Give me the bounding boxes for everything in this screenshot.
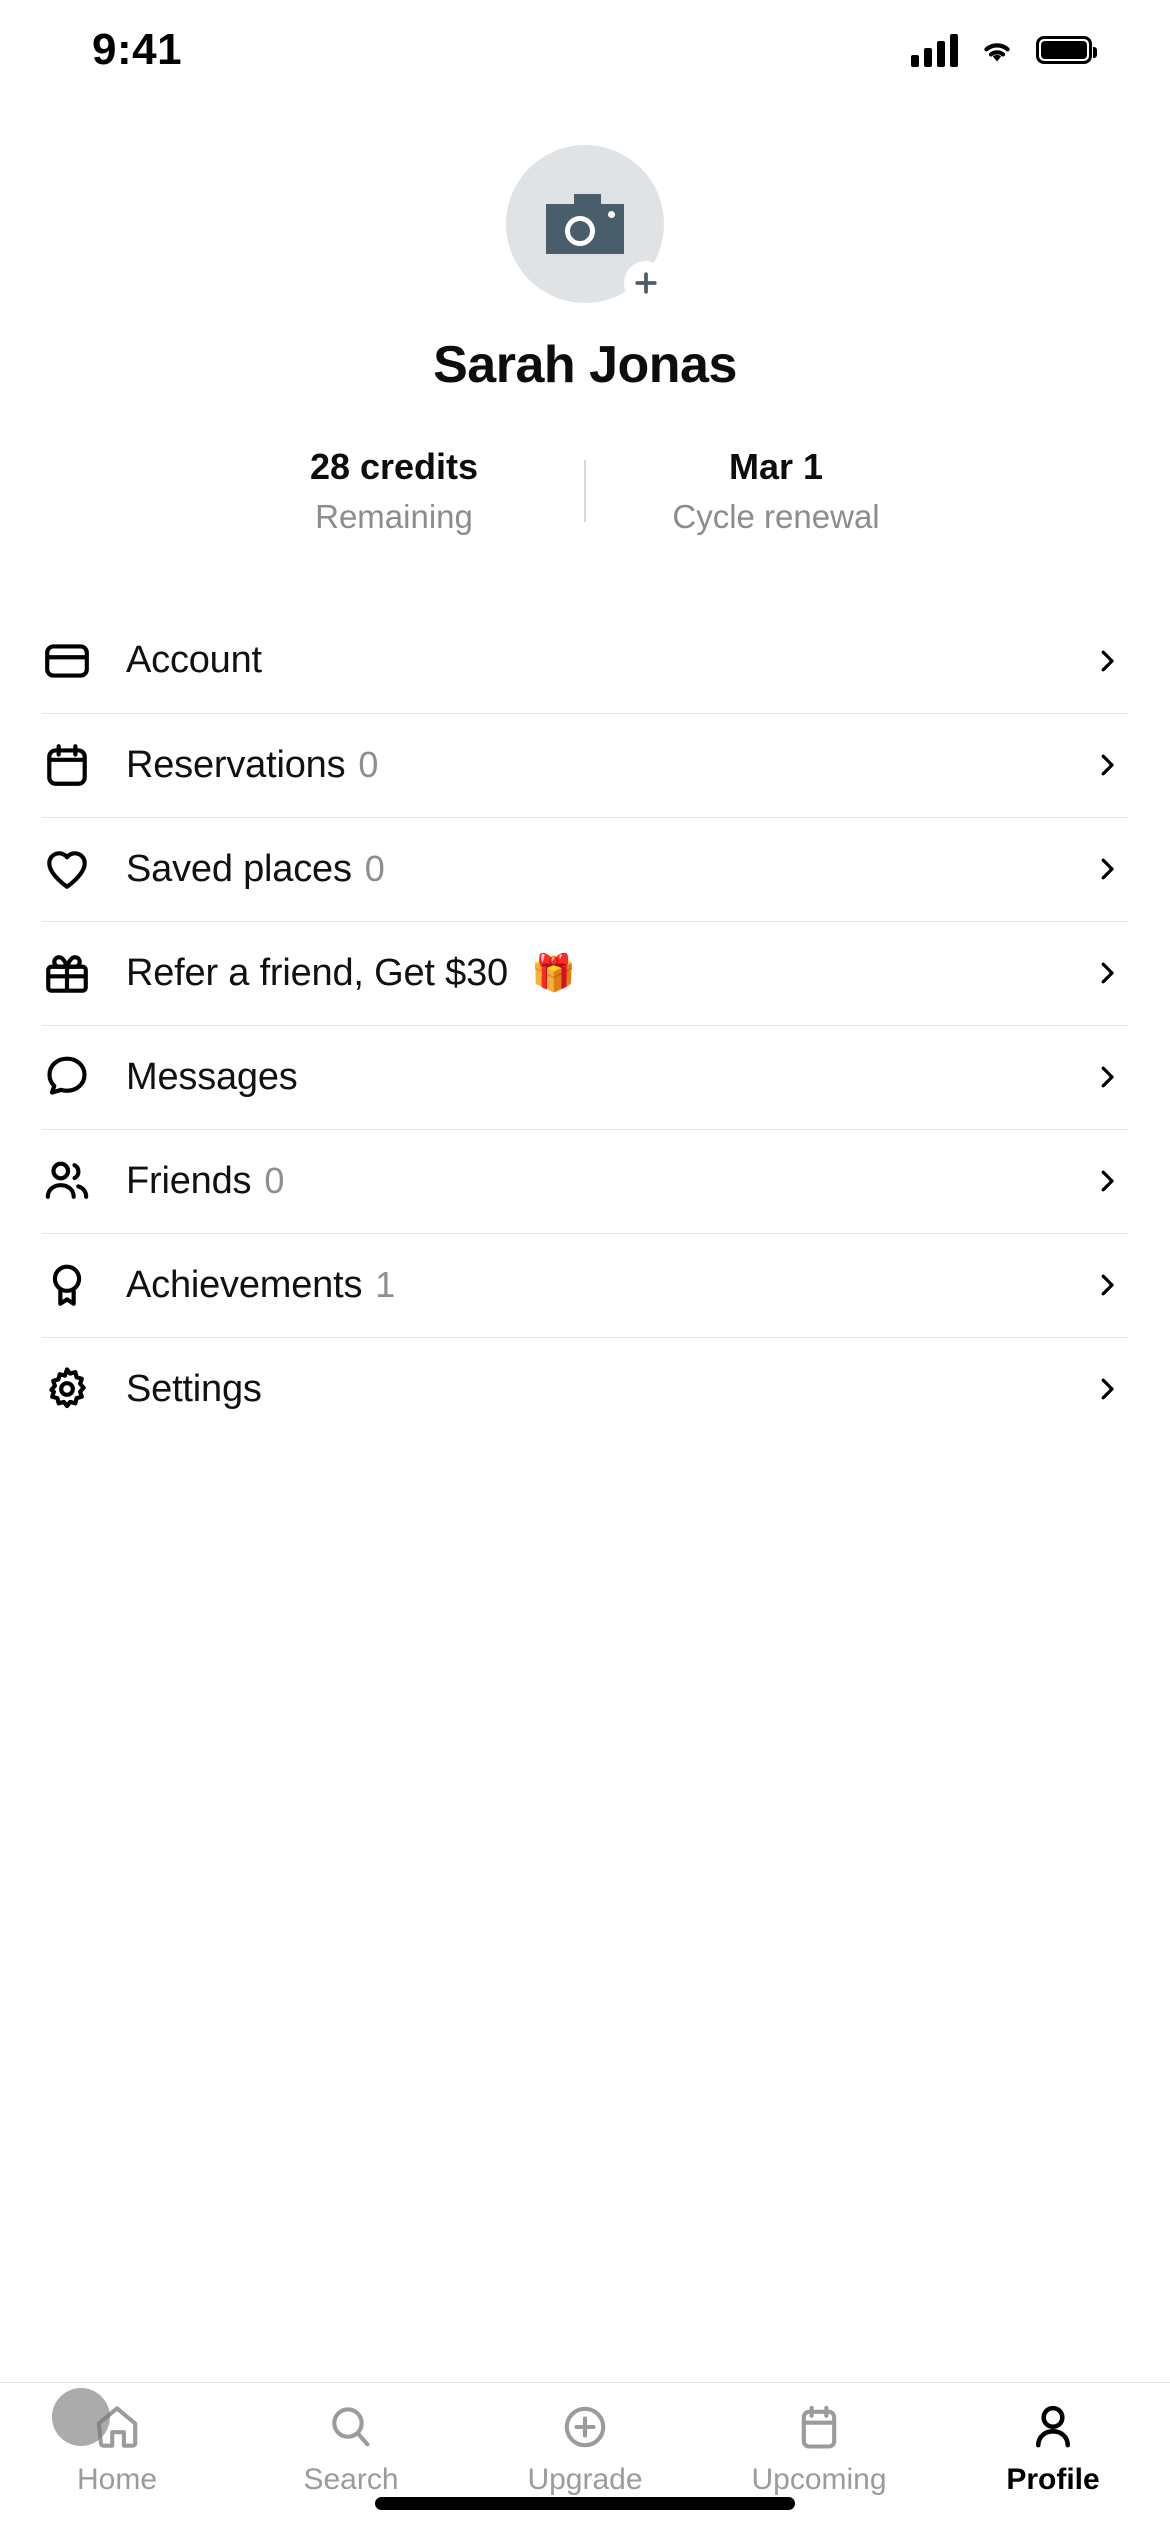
- menu-item-reservations[interactable]: Reservations 0: [42, 712, 1128, 817]
- menu-item-saved-places[interactable]: Saved places 0: [42, 816, 1128, 921]
- menu-item-friends[interactable]: Friends 0: [42, 1128, 1128, 1233]
- chevron-right-icon: [1101, 1066, 1114, 1088]
- menu-item-achievements[interactable]: Achievements 1: [42, 1232, 1128, 1337]
- home-indicator: [375, 2497, 795, 2510]
- stat-credits-value: 28 credits: [309, 446, 479, 487]
- chevron-right-icon: [1101, 1274, 1114, 1296]
- tab-label: Search: [303, 2463, 399, 2496]
- stat-renewal: Mar 1 Cycle renewal: [586, 445, 966, 537]
- gear-icon: [42, 1364, 126, 1414]
- chevron-right-icon: [1101, 650, 1114, 672]
- tab-label: Profile: [1006, 2463, 1100, 2496]
- plus-circle-icon: [564, 2406, 606, 2448]
- gift-emoji: 🎁: [530, 951, 576, 993]
- chat-bubble-icon: [42, 1052, 126, 1102]
- stat-renewal-value: Mar 1: [728, 446, 824, 487]
- menu-item-count: 0: [364, 847, 385, 889]
- menu-item-label: Reservations: [126, 743, 346, 786]
- plus-circle-icon[interactable]: [624, 261, 668, 305]
- chevron-right-icon: [1101, 1378, 1114, 1400]
- gift-icon: [42, 948, 126, 998]
- stat-credits: 28 credits Remaining: [204, 445, 584, 537]
- settings-menu: Account Reservations 0 Saved places 0 Re…: [0, 609, 1170, 2382]
- chevron-right-icon: [1101, 962, 1114, 984]
- avatar[interactable]: [506, 145, 668, 305]
- stat-credits-label: Remaining: [315, 498, 473, 536]
- calendar-icon: [42, 740, 126, 790]
- person-icon: [1035, 2405, 1071, 2448]
- menu-item-label: Friends: [126, 1159, 252, 1202]
- profile-header: Sarah Jonas 28 credits Remaining Mar 1 C…: [0, 100, 1170, 537]
- profile-screen: 9:41 Sarah Jonas 28 credits Remaining Ma…: [0, 0, 1170, 2532]
- wifi-icon: [984, 43, 1010, 62]
- tab-label: Home: [76, 2463, 158, 2496]
- credits-summary: 28 credits Remaining Mar 1 Cycle renewal: [0, 445, 1170, 537]
- tab-search[interactable]: Search: [234, 2401, 468, 2497]
- credit-card-icon: [42, 636, 126, 686]
- menu-item-label: Messages: [126, 1055, 298, 1098]
- tab-upcoming[interactable]: Upcoming: [702, 2401, 936, 2497]
- menu-item-settings[interactable]: Settings: [42, 1336, 1128, 1441]
- people-icon: [42, 1156, 126, 1206]
- menu-item-count: 0: [358, 743, 379, 785]
- medal-icon: [42, 1260, 126, 1310]
- chevron-right-icon: [1101, 1170, 1114, 1192]
- status-bar: 9:41: [0, 0, 1170, 100]
- page-title: Sarah Jonas: [433, 336, 737, 394]
- tab-upgrade[interactable]: Upgrade: [468, 2401, 702, 2497]
- mouse-cursor: [52, 2388, 110, 2446]
- status-indicators: [911, 33, 1097, 67]
- menu-item-label: Refer a friend, Get $30: [126, 951, 508, 994]
- menu-item-refer-a-friend[interactable]: Refer a friend, Get $30 🎁: [42, 920, 1128, 1025]
- tab-profile[interactable]: Profile: [936, 2401, 1170, 2497]
- status-time: 9:41: [92, 25, 183, 74]
- calendar-icon: [801, 2405, 837, 2449]
- menu-item-label: Account: [126, 639, 262, 682]
- tab-home[interactable]: Home: [0, 2401, 234, 2497]
- search-icon: [332, 2407, 370, 2447]
- menu-item-label: Settings: [126, 1367, 262, 1410]
- menu-item-count: 0: [264, 1159, 285, 1201]
- chevron-right-icon: [1101, 754, 1114, 776]
- menu-item-messages[interactable]: Messages: [42, 1024, 1128, 1129]
- menu-item-label: Achievements: [126, 1263, 363, 1306]
- heart-icon: [42, 844, 126, 894]
- menu-item-account[interactable]: Account: [42, 609, 1128, 713]
- battery-full-icon: [1036, 36, 1097, 64]
- chevron-right-icon: [1101, 858, 1114, 880]
- menu-item-label: Saved places: [126, 847, 352, 890]
- tab-label: Upgrade: [527, 2463, 643, 2496]
- cellular-bars-icon: [911, 33, 958, 67]
- tab-label: Upcoming: [751, 2463, 887, 2496]
- menu-item-count: 1: [375, 1263, 396, 1305]
- stat-renewal-label: Cycle renewal: [672, 498, 880, 536]
